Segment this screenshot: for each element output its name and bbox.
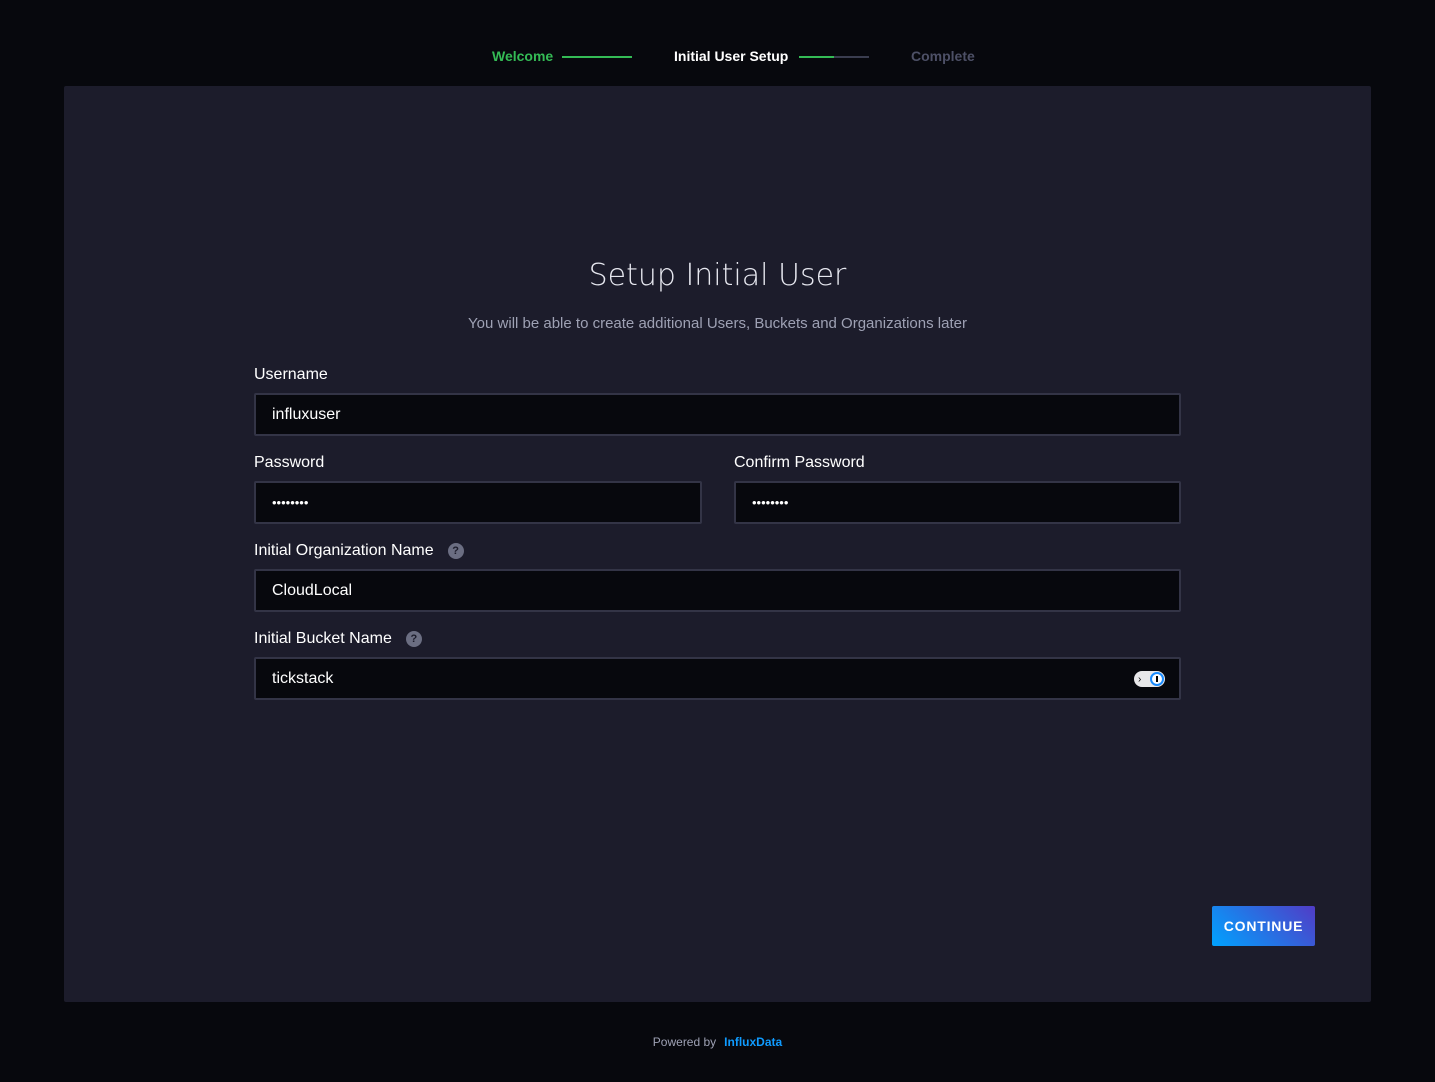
confirm-password-label: Confirm Password bbox=[734, 454, 865, 471]
step-initial-user-setup: Initial User Setup bbox=[674, 48, 789, 64]
password-input[interactable]: •••••••• bbox=[254, 481, 702, 524]
step-connector bbox=[799, 56, 869, 58]
setup-panel: Setup Initial User You will be able to c… bbox=[64, 86, 1371, 1002]
page-title: Setup Initial User bbox=[588, 258, 847, 293]
org-name-input[interactable]: CloudLocal bbox=[254, 569, 1181, 612]
org-label-text: Initial Organization Name bbox=[254, 542, 434, 559]
org-label: Initial Organization Name? bbox=[254, 542, 464, 560]
password-manager-icon[interactable]: › bbox=[1134, 671, 1165, 687]
step-connector bbox=[562, 56, 632, 58]
help-icon[interactable]: ? bbox=[447, 542, 464, 559]
username-label: Username bbox=[254, 366, 328, 383]
help-icon[interactable]: ? bbox=[405, 630, 422, 647]
continue-button[interactable]: CONTINUE bbox=[1212, 906, 1315, 946]
password-label: Password bbox=[254, 454, 325, 471]
bucket-name-input[interactable]: tickstack bbox=[272, 670, 333, 688]
username-input[interactable]: influxuser bbox=[254, 393, 1181, 436]
bucket-label: Initial Bucket Name? bbox=[254, 630, 422, 648]
bucket-label-text: Initial Bucket Name bbox=[254, 630, 392, 647]
confirm-password-input[interactable]: •••••••• bbox=[734, 481, 1181, 524]
step-complete: Complete bbox=[911, 48, 975, 64]
powered-by-text: Powered by bbox=[652, 1035, 717, 1049]
influxdata-link[interactable]: InfluxData bbox=[724, 1035, 782, 1049]
footer: Powered by InfluxData bbox=[0, 1035, 1435, 1049]
page-subtitle: You will be able to create additional Us… bbox=[468, 315, 967, 332]
bucket-name-field[interactable]: tickstack › bbox=[254, 657, 1181, 700]
step-welcome: Welcome bbox=[492, 48, 554, 64]
wizard-steps: Welcome Initial User Setup Complete bbox=[0, 48, 1435, 66]
